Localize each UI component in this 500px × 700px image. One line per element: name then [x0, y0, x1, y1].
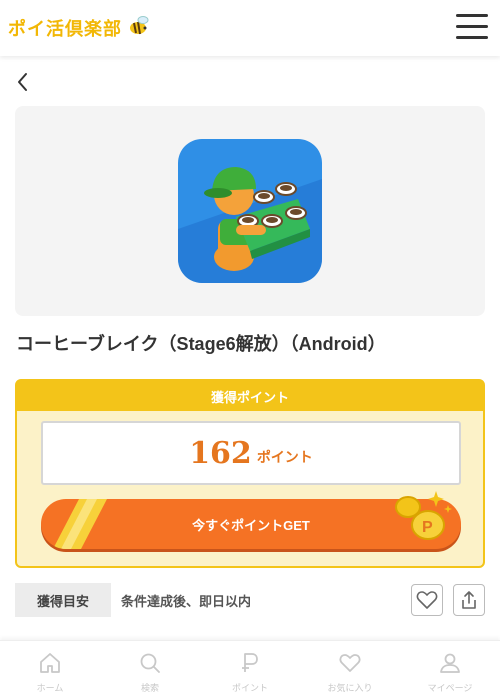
- hamburger-menu-icon[interactable]: [456, 14, 488, 42]
- bee-icon: [126, 14, 150, 42]
- home-icon: [40, 653, 60, 673]
- nav-label-mypage: マイページ: [427, 683, 473, 693]
- heart-icon: [339, 654, 361, 672]
- nav-item-mypage[interactable]: マイページ: [400, 641, 500, 700]
- nav-label-search: 検索: [140, 683, 159, 693]
- coins-icon: P: [392, 489, 456, 545]
- logo-text: ポイ活倶楽部: [8, 19, 122, 40]
- bottom-nav: ホーム 検索 ポイント お気に入り マイページ: [0, 640, 500, 700]
- share-icon: [462, 591, 476, 609]
- favorite-button[interactable]: [411, 584, 443, 616]
- nav-label-favorites: お気に入り: [327, 683, 373, 693]
- user-icon: [440, 653, 460, 673]
- points-header: 獲得ポイント: [17, 381, 483, 411]
- nav-item-home[interactable]: ホーム: [0, 641, 100, 700]
- offer-title: コーヒーブレイク（Stage6解放）（Android）: [16, 334, 386, 354]
- search-icon: [140, 653, 160, 673]
- heart-icon: [416, 591, 438, 609]
- share-button[interactable]: [453, 584, 485, 616]
- back-button[interactable]: [14, 70, 34, 94]
- acquisition-guide-text: 条件達成後、即日以内: [121, 594, 252, 609]
- stripe-decoration: [53, 499, 107, 549]
- offer-image-card: [15, 106, 485, 316]
- points-value-box: 162 ポイント: [41, 421, 461, 485]
- nav-item-favorites[interactable]: お気に入り: [300, 641, 400, 700]
- point-icon: [242, 653, 258, 672]
- chevron-left-icon: [18, 73, 27, 91]
- svg-text:P: P: [422, 519, 433, 536]
- points-number: 162: [189, 435, 252, 471]
- nav-item-points[interactable]: ポイント: [200, 641, 300, 700]
- site-logo[interactable]: ポイ活倶楽部: [8, 14, 150, 42]
- nav-label-points: ポイント: [231, 683, 268, 693]
- coffee-break-app-icon: [178, 139, 322, 283]
- points-unit: ポイント: [256, 450, 313, 466]
- app-header: ポイ活倶楽部: [0, 0, 500, 56]
- nav-label-home: ホーム: [36, 683, 64, 693]
- get-points-label: 今すぐポイントGET: [192, 517, 310, 533]
- nav-item-search[interactable]: 検索: [100, 641, 200, 700]
- acquisition-guide-label: 獲得目安: [15, 583, 111, 617]
